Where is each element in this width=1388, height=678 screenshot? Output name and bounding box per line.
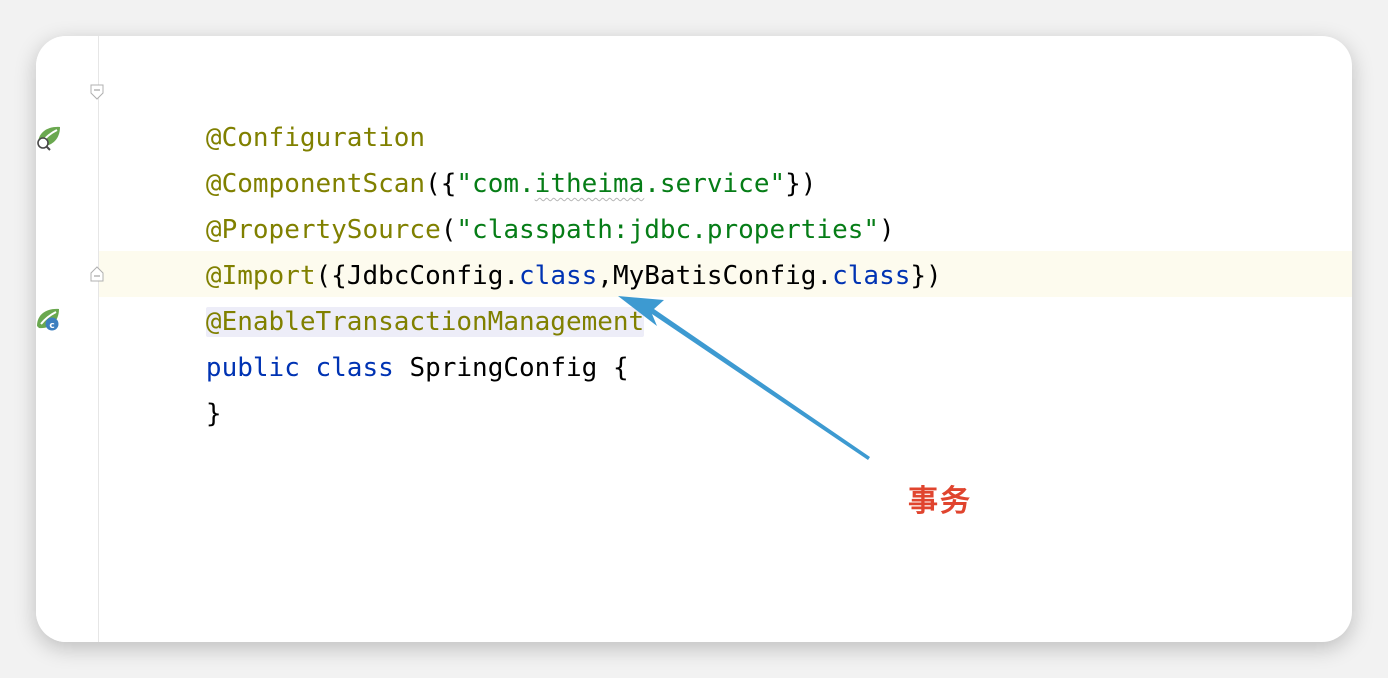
code-line-3[interactable]: @PropertySource("classpath:jdbc.properti… <box>112 161 895 245</box>
keyword-class: class <box>832 261 911 291</box>
annotation-note-label: 事务 <box>908 484 972 519</box>
spring-bean-search-icon[interactable] <box>36 122 64 152</box>
fold-open-icon[interactable] <box>90 84 104 100</box>
code-line-5[interactable]: @EnableTransactionManagement <box>112 253 645 337</box>
dot: . <box>816 261 833 291</box>
code-line-2[interactable]: @ComponentScan({"com.itheima.service"}) <box>112 115 817 199</box>
code-editor: c @Configuration @ComponentScan({"com.it… <box>36 36 1352 642</box>
open-brace: { <box>612 353 629 383</box>
code-line-7[interactable]: } <box>112 345 222 429</box>
svg-text:c: c <box>49 321 54 331</box>
spring-config-icon[interactable]: c <box>36 304 64 334</box>
close-brace-paren: }) <box>910 261 942 291</box>
code-line-1[interactable]: @Configuration <box>112 69 425 153</box>
editor-gutter: c <box>36 36 99 642</box>
close-brace: } <box>205 399 222 429</box>
keyword-class: class <box>315 353 394 383</box>
code-line-4[interactable]: @Import({JdbcConfig.class,MyBatisConfig.… <box>112 207 942 291</box>
code-line-6[interactable]: public class SpringConfig { <box>112 299 629 383</box>
fold-close-icon[interactable] <box>90 266 104 282</box>
code-area[interactable]: @Configuration @ComponentScan({"com.ithe… <box>99 36 1352 642</box>
class-name-spring-config: SpringConfig <box>409 353 598 383</box>
